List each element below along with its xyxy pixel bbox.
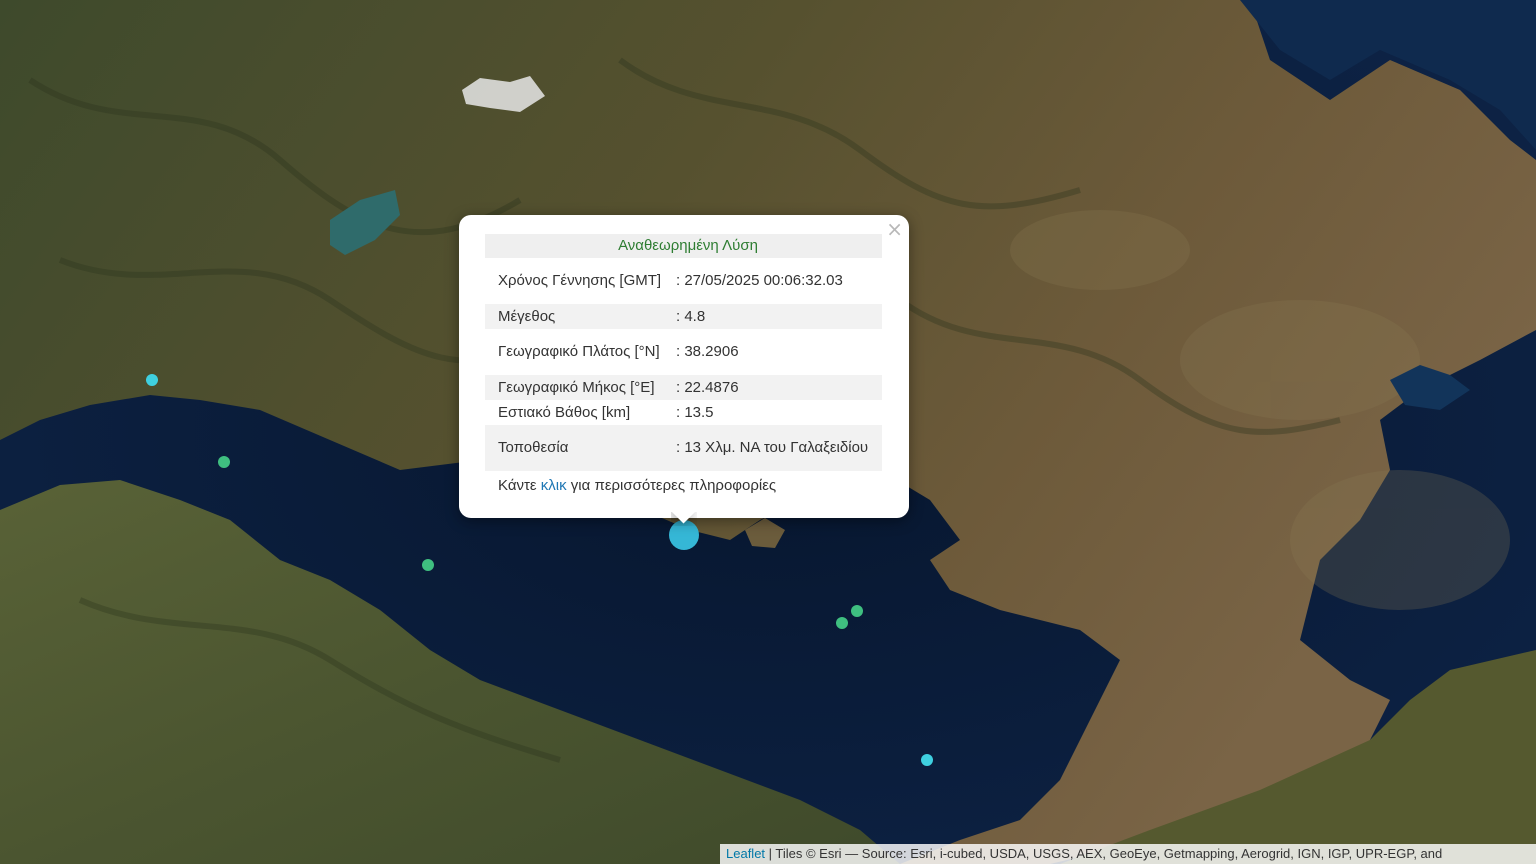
more-info-suffix: για περισσότερες πληροφορίες <box>566 477 777 494</box>
more-info-link[interactable]: κλικ <box>541 477 567 494</box>
origin-time-value: : 27/05/2025 00:06:32.03 <box>676 272 843 289</box>
leaflet-link[interactable]: Leaflet <box>726 846 765 861</box>
popup-title-row: Αναθεωρημένη Λύση <box>485 234 882 258</box>
more-info-prefix: Κάντε <box>498 477 541 494</box>
location-label: Τοποθεσία <box>485 425 672 471</box>
latitude-label: Γεωγραφικό Πλάτος [°N] <box>498 343 660 360</box>
earthquake-marker[interactable] <box>146 374 158 386</box>
table-row: Εστιακό Βάθος [km] : 13.5 <box>485 400 882 425</box>
popup-title: Αναθεωρημένη Λύση <box>485 234 882 258</box>
longitude-value: : 22.4876 <box>672 375 882 400</box>
earthquake-popup: × Αναθεωρημένη Λύση Χρόνος Γέννησης [GMT… <box>459 215 909 518</box>
table-row: Χρόνος Γέννησης [GMT] : 27/05/2025 00:06… <box>485 258 882 304</box>
depth-label: Εστιακό Βάθος [km] <box>498 403 631 421</box>
longitude-label: Γεωγραφικό Μήκος [°E] <box>485 375 672 400</box>
earthquake-marker[interactable] <box>218 456 230 468</box>
popup-tip <box>671 512 697 526</box>
earthquake-marker[interactable] <box>851 605 863 617</box>
location-value: : 13 Χλμ. ΝΑ του Γαλαξειδίου <box>672 425 882 471</box>
earthquake-details-table: Αναθεωρημένη Λύση Χρόνος Γέννησης [GMT] … <box>485 234 882 471</box>
earthquake-marker[interactable] <box>422 559 434 571</box>
close-icon[interactable]: × <box>886 219 903 239</box>
earthquake-marker[interactable] <box>921 754 933 766</box>
magnitude-value: : 4.8 <box>672 304 882 329</box>
map-attribution: Leaflet | Tiles © Esri — Source: Esri, i… <box>720 844 1536 864</box>
table-row: Γεωγραφικό Πλάτος [°N] : 38.2906 <box>485 329 882 375</box>
depth-value: : 13.5 <box>676 403 714 421</box>
latitude-value: : 38.2906 <box>676 343 739 360</box>
table-row: Μέγεθος : 4.8 <box>485 304 882 329</box>
table-row: Γεωγραφικό Μήκος [°E] : 22.4876 <box>485 375 882 400</box>
more-info-line: Κάντε κλικ για περισσότερες πληροφορίες <box>498 477 776 495</box>
magnitude-label: Μέγεθος <box>485 304 672 329</box>
table-row: Τοποθεσία : 13 Χλμ. ΝΑ του Γαλαξειδίου <box>485 425 882 471</box>
origin-time-label: Χρόνος Γέννησης [GMT] <box>498 272 662 289</box>
attribution-text: | Tiles © Esri — Source: Esri, i-cubed, … <box>765 846 1443 861</box>
earthquake-marker[interactable] <box>836 617 848 629</box>
